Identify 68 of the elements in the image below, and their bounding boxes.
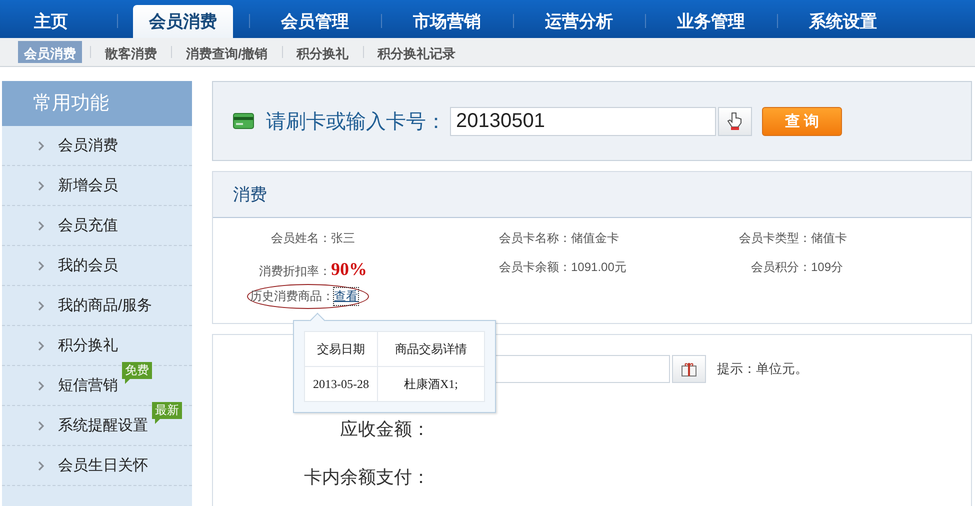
sidebar-item-label[interactable]: 积分换礼 [58, 336, 118, 355]
sidebar-item[interactable]: 会员消费 [2, 126, 192, 166]
gift-button[interactable] [672, 355, 706, 383]
sidebar-item[interactable]: 我的商品/服务 [2, 286, 192, 326]
field-value: 储值卡 [811, 230, 847, 247]
chevron-icon [38, 180, 44, 190]
nav-tab[interactable]: 业务管理 [661, 5, 761, 38]
sidebar-item-label[interactable]: 会员消费 [58, 136, 118, 155]
field-value: 储值金卡 [571, 230, 619, 247]
field-label: 应收金额： [339, 418, 430, 441]
column-header: 商品交易详情 [378, 332, 484, 366]
section-title: 消费 [213, 172, 971, 218]
subnav-tab[interactable]: 消费查询/撤销 [180, 41, 274, 63]
sidebar-item-label[interactable]: 我的商品/服务 [58, 296, 152, 315]
gift-icon [681, 361, 697, 377]
field-label: 消费折扣率： [258, 263, 331, 280]
sidebar-header: 常用功能 [2, 81, 192, 126]
chevron-icon [38, 140, 44, 150]
sidebar-item-label[interactable]: 新增会员 [58, 176, 118, 195]
field-value: 张三 [331, 230, 355, 247]
field-value: 1091.00元 [571, 259, 626, 276]
field-label: 会员卡名称： [498, 230, 571, 247]
sidebar-item-label[interactable]: 会员生日关怀 [58, 456, 148, 475]
field-value: 90% [331, 259, 367, 280]
card-icon [233, 113, 254, 129]
sidebar-item-label[interactable]: 我的会员 [58, 256, 118, 275]
chevron-icon [38, 300, 44, 310]
badge: 免费 [122, 362, 152, 384]
swipe-card-button[interactable] [718, 106, 752, 136]
nav-tab[interactable]: 会员管理 [265, 5, 365, 38]
field-label: 卡内余额支付： [303, 466, 430, 489]
sidebar-item-label[interactable]: 会员充值 [58, 216, 118, 235]
sidebar-item[interactable]: 会员生日关怀 [2, 446, 192, 486]
table-cell: 2013-05-28 [304, 366, 378, 402]
badge: 最新 [152, 402, 182, 424]
sidebar-item-label[interactable]: 短信营销 [58, 376, 118, 395]
sidebar-item[interactable]: 会员充值 [2, 206, 192, 246]
table-cell: 杜康酒X1; [378, 366, 484, 402]
hint-text: 提示：单位元。 [717, 360, 808, 378]
sidebar-item[interactable]: 新增会员 [2, 166, 192, 206]
subnav-tab[interactable]: 散客消费 [99, 41, 163, 63]
pointing-hand-icon [727, 111, 743, 131]
sidebar-item[interactable]: 我的会员 [2, 246, 192, 286]
field-value: 109分 [811, 259, 844, 276]
field-label: 历史消费商品： [250, 288, 334, 305]
chevron-icon [38, 220, 44, 230]
chevron-icon [38, 420, 44, 430]
chevron-icon [38, 380, 44, 390]
field-label: 会员姓名： [270, 230, 331, 247]
sidebar-item[interactable]: 系统提醒设置 最新 [2, 406, 192, 446]
nav-tab[interactable]: 会员消费 [133, 5, 233, 38]
nav-tab[interactable]: 主页 [1, 5, 101, 38]
chevron-icon [38, 460, 44, 470]
card-number-label: 请刷卡或输入卡号： [266, 110, 446, 134]
subnav-tab[interactable]: 积分换礼记录 [372, 41, 462, 63]
nav-tab[interactable]: 运营分析 [529, 5, 629, 38]
field-label: 会员积分： [750, 259, 811, 276]
card-number-field[interactable]: 20130501 [450, 106, 716, 136]
chevron-icon [38, 260, 44, 270]
nav-tab[interactable]: 市场营销 [397, 5, 497, 38]
chevron-icon [38, 340, 44, 350]
column-header: 交易日期 [304, 332, 378, 366]
sidebar-item-label[interactable]: 系统提醒设置 [58, 416, 148, 435]
field-label: 会员卡类型： [738, 230, 811, 247]
view-link[interactable]: 查看 [334, 288, 358, 305]
nav-tab[interactable]: 系统设置 [793, 5, 893, 38]
field-label: 会员卡余额： [498, 259, 571, 276]
subnav-tab[interactable]: 积分换礼 [290, 41, 355, 63]
